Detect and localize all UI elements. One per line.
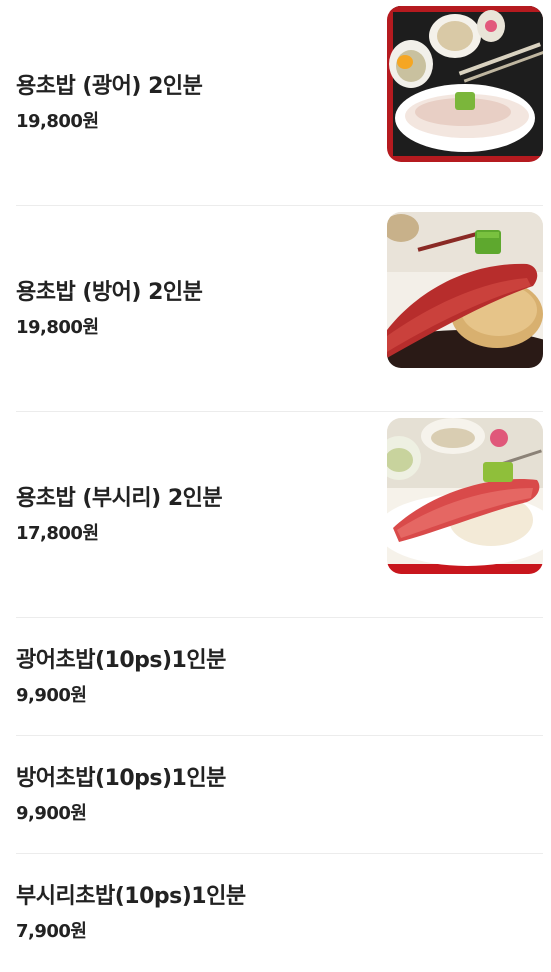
menu-item-name: 방어초밥(10ps)1인분 bbox=[16, 765, 226, 791]
menu-item-text: 부시리초밥(10ps)1인분 7,900원 bbox=[16, 854, 246, 972]
yellowtail-sushi-photo[interactable] bbox=[387, 212, 543, 368]
menu-item-name: 용초밥 (광어) 2인분 bbox=[16, 73, 203, 99]
menu-item-name: 부시리초밥(10ps)1인분 bbox=[16, 884, 246, 909]
menu-item-price: 9,900원 bbox=[16, 684, 87, 706]
menu-item-yellowtail-2p[interactable]: 용초밥 (방어) 2인분 19,800원 bbox=[16, 206, 543, 412]
amberjack-sushi-photo[interactable] bbox=[387, 418, 543, 574]
menu-item-name: 용초밥 (방어) 2인분 bbox=[16, 279, 203, 305]
menu-item-name: 광어초밥(10ps)1인분 bbox=[16, 647, 226, 673]
menu-item-price: 9,900원 bbox=[16, 802, 87, 824]
menu-item-text: 광어초밥(10ps)1인분 9,900원 bbox=[16, 618, 226, 735]
menu-item-text: 용초밥 (광어) 2인분 19,800원 bbox=[16, 0, 203, 205]
menu-item-price: 17,800원 bbox=[16, 522, 99, 544]
menu-item-amberjack-2p[interactable]: 용초밥 (부시리) 2인분 17,800원 bbox=[16, 412, 543, 618]
menu-item-price: 19,800원 bbox=[16, 110, 99, 132]
menu-item-price: 19,800원 bbox=[16, 316, 99, 338]
menu-list: 용초밥 (광어) 2인분 19,800원 용초밥 (방어) 2인분 19,800… bbox=[0, 0, 551, 972]
menu-item-halibut-2p[interactable]: 용초밥 (광어) 2인분 19,800원 bbox=[16, 0, 543, 206]
menu-item-text: 용초밥 (방어) 2인분 19,800원 bbox=[16, 206, 203, 411]
menu-item-price: 7,900원 bbox=[16, 921, 87, 942]
menu-item-halibut-10ps[interactable]: 광어초밥(10ps)1인분 9,900원 bbox=[16, 618, 543, 736]
menu-item-text: 용초밥 (부시리) 2인분 17,800원 bbox=[16, 412, 223, 617]
menu-item-text: 방어초밥(10ps)1인분 9,900원 bbox=[16, 736, 226, 853]
menu-item-name: 용초밥 (부시리) 2인분 bbox=[16, 485, 223, 511]
menu-item-yellowtail-10ps[interactable]: 방어초밥(10ps)1인분 9,900원 bbox=[16, 736, 543, 854]
menu-item-amberjack-10ps[interactable]: 부시리초밥(10ps)1인분 7,900원 bbox=[16, 854, 543, 972]
halibut-sushi-photo[interactable] bbox=[387, 6, 543, 162]
